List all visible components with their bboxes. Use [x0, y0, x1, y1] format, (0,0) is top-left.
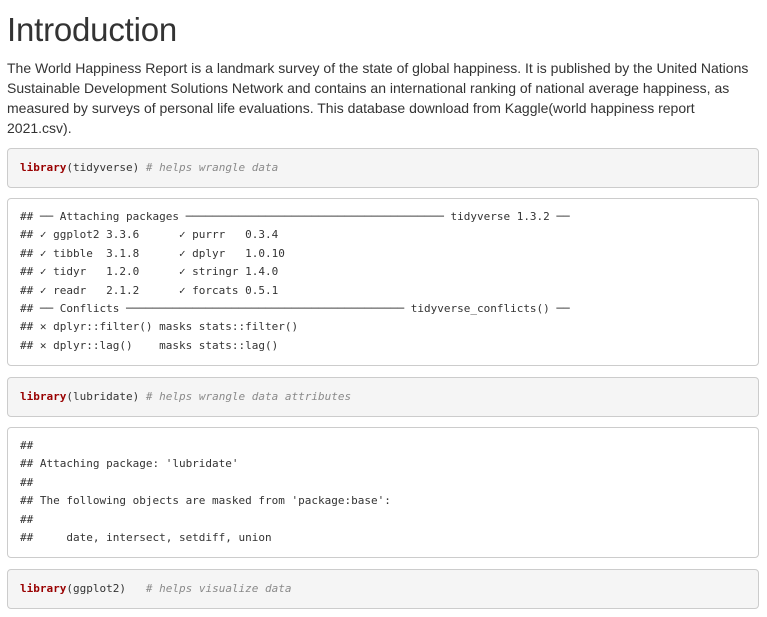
- code-comment: # helps wrangle data: [145, 161, 279, 174]
- output-line: ## date, intersect, setdiff, union: [20, 530, 272, 544]
- output-tidyverse: ## ── Attaching packages ───────────────…: [7, 198, 759, 366]
- code-comment: # helps visualize data: [145, 582, 292, 595]
- code-args: (tidyverse): [66, 161, 146, 174]
- code-chunk-lubridate: library(lubridate) # helps wrangle data …: [7, 377, 759, 417]
- output-line: ##: [20, 512, 34, 526]
- output-line: ## ✓ readr 2.1.2 ✓ forcats 0.5.1: [20, 283, 279, 297]
- code-chunk-tidyverse: library(tidyverse) # helps wrangle data: [7, 148, 759, 188]
- output-line: ## ✓ tibble 3.1.8 ✓ dplyr 1.0.10: [20, 246, 285, 260]
- code-chunk-ggplot2: library(ggplot2) # helps visualize data: [7, 569, 759, 609]
- output-line: ## ✕ dplyr::filter() masks stats::filter…: [20, 320, 299, 334]
- output-line: ## ── Attaching packages ───────────────…: [20, 210, 570, 223]
- output-line: ## Attaching package: 'lubridate': [20, 457, 239, 471]
- document-body: Introduction The World Happiness Report …: [7, 0, 759, 609]
- output-line: ## The following objects are masked from…: [20, 494, 391, 508]
- code-function: library: [20, 582, 67, 595]
- page-title: Introduction: [7, 11, 178, 48]
- code-args: (lubridate): [66, 390, 146, 403]
- output-line: ## ✓ ggplot2 3.3.6 ✓ purrr 0.3.4: [20, 228, 279, 242]
- code-function: library: [20, 390, 67, 403]
- output-line: ## ✓ tidyr 1.2.0 ✓ stringr 1.4.0: [20, 265, 279, 279]
- intro-paragraph: The World Happiness Report is a landmark…: [7, 60, 749, 136]
- output-line: ##: [20, 475, 34, 489]
- output-line: ## ✕ dplyr::lag() masks stats::lag(): [20, 338, 279, 352]
- code-function: library: [20, 161, 67, 174]
- code-args: (ggplot2): [66, 582, 146, 595]
- output-line: ## ── Conflicts ────────────────────────…: [20, 301, 570, 315]
- output-line: ##: [20, 439, 34, 452]
- code-comment: # helps wrangle data attributes: [145, 390, 352, 403]
- output-lubridate: ## ## Attaching package: 'lubridate' ## ## …: [7, 427, 759, 558]
